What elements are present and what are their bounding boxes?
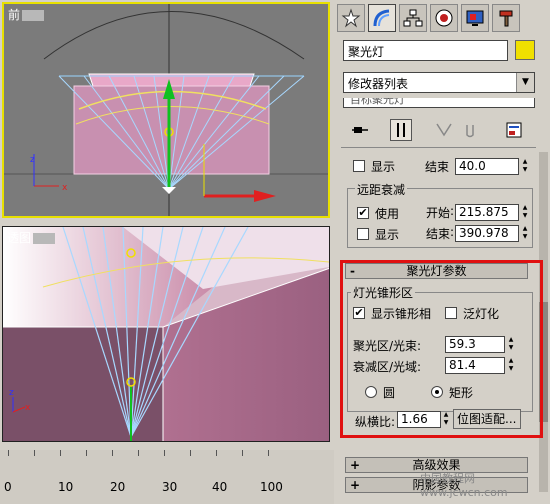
perspective-viewport-label-text: 透图 [7, 231, 32, 245]
far-atten-show-checkbox[interactable] [357, 228, 369, 240]
timeline-tick [60, 450, 61, 456]
near-atten-end-label: 结束 [425, 160, 450, 174]
far-atten-end-label: 结束 [426, 227, 451, 241]
utilities-icon [499, 10, 513, 27]
timeline-label: 20 [110, 480, 126, 494]
spinner-arrows-icon[interactable]: ▲ ▼ [521, 225, 529, 242]
far-attenuation-title: 远距衰减 [355, 181, 408, 198]
show-end-result-icon [397, 123, 405, 137]
object-color-swatch[interactable] [515, 40, 535, 60]
timeline-tick [242, 450, 243, 456]
timeline-tick [8, 450, 9, 456]
remove-modifier-icon [466, 125, 474, 138]
colon: : [450, 225, 455, 239]
label-redaction [33, 233, 56, 244]
spinner-arrows-icon[interactable]: ▲ ▼ [521, 204, 529, 221]
make-unique-button[interactable] [433, 119, 455, 141]
pin-stack-icon [352, 127, 368, 133]
modifier-list-value: 修改器列表 [348, 77, 409, 91]
svg-text:z: z [9, 388, 14, 398]
utilities-tab[interactable] [492, 4, 520, 32]
timeline-label: 0 [4, 480, 12, 494]
configure-sets-icon [506, 122, 522, 138]
far-atten-start-field[interactable]: 215.875 [455, 204, 519, 221]
remove-modifier-button[interactable] [459, 119, 481, 141]
near-atten-end-field[interactable]: 40.0 [455, 158, 519, 175]
divider [341, 147, 536, 148]
svg-text:x: x [25, 403, 31, 413]
watermark: 中国教程网 www.jcwcn.com [420, 472, 508, 499]
create-icon [341, 8, 361, 28]
front-viewport-label[interactable]: 前 [8, 6, 45, 23]
modifier-stack[interactable]: 目标聚光灯 [343, 98, 535, 108]
timeline-label: 10 [58, 480, 74, 494]
near-atten-show-checkbox[interactable] [353, 160, 365, 172]
svg-text:z: z [30, 155, 35, 165]
svg-text:x: x [62, 183, 68, 193]
timeline-label: 40 [212, 480, 228, 494]
perspective-viewport[interactable]: z x 透图 [2, 226, 330, 442]
motion-tab[interactable] [430, 4, 458, 32]
timeline-tick [216, 450, 217, 456]
timeline-tick [86, 450, 87, 456]
far-atten-show-label: 显示 [375, 228, 400, 242]
far-atten-start-label: 开始 [426, 206, 451, 220]
motion-icon [435, 9, 453, 27]
chevron-down-icon[interactable]: ▼ [516, 73, 534, 92]
display-tab[interactable] [461, 4, 489, 32]
colon: : [450, 204, 455, 218]
modify-tab[interactable] [368, 4, 396, 32]
highlight-box [340, 260, 543, 438]
configure-sets-button[interactable] [503, 119, 525, 141]
timeline-tick [112, 450, 113, 456]
perspective-viewport-label[interactable]: 透图 [7, 229, 56, 246]
timeline-label: 100 [260, 480, 283, 494]
make-unique-icon [436, 123, 452, 137]
modify-icon [373, 9, 390, 27]
object-name-field[interactable]: 聚光灯 [343, 40, 508, 61]
timeline-label: 30 [162, 480, 178, 494]
timeline-tick [190, 450, 191, 456]
near-atten-show-label: 显示 [371, 160, 396, 174]
timeline-tick [34, 450, 35, 456]
timeline-tick [164, 450, 165, 456]
timeline-tick [138, 450, 139, 456]
hierarchy-icon [403, 9, 423, 27]
far-atten-use-checkbox[interactable]: ✔ [357, 207, 369, 219]
show-end-result-button[interactable] [390, 119, 412, 141]
front-viewport-label-text: 前 [8, 8, 21, 22]
spinner-arrows-icon[interactable]: ▲ ▼ [521, 158, 529, 175]
far-atten-use-label: 使用 [375, 207, 400, 221]
display-icon [466, 10, 484, 26]
hierarchy-tab[interactable] [399, 4, 427, 32]
front-viewport-scene: z x [4, 4, 328, 216]
perspective-viewport-scene: z x [3, 227, 329, 441]
front-viewport[interactable]: z x 前 [2, 2, 330, 218]
stack-item[interactable]: 目标聚光灯 [350, 98, 405, 107]
far-atten-end-field[interactable]: 390.978 [455, 225, 519, 242]
modifier-list-dropdown[interactable]: 修改器列表 ▼ [343, 72, 535, 93]
timeline-ruler[interactable]: 0 10 20 30 40 100 [0, 450, 334, 504]
pin-stack-button[interactable] [349, 119, 371, 141]
label-redaction [22, 10, 45, 21]
timeline-tick [268, 450, 269, 456]
create-tab[interactable] [337, 4, 365, 32]
